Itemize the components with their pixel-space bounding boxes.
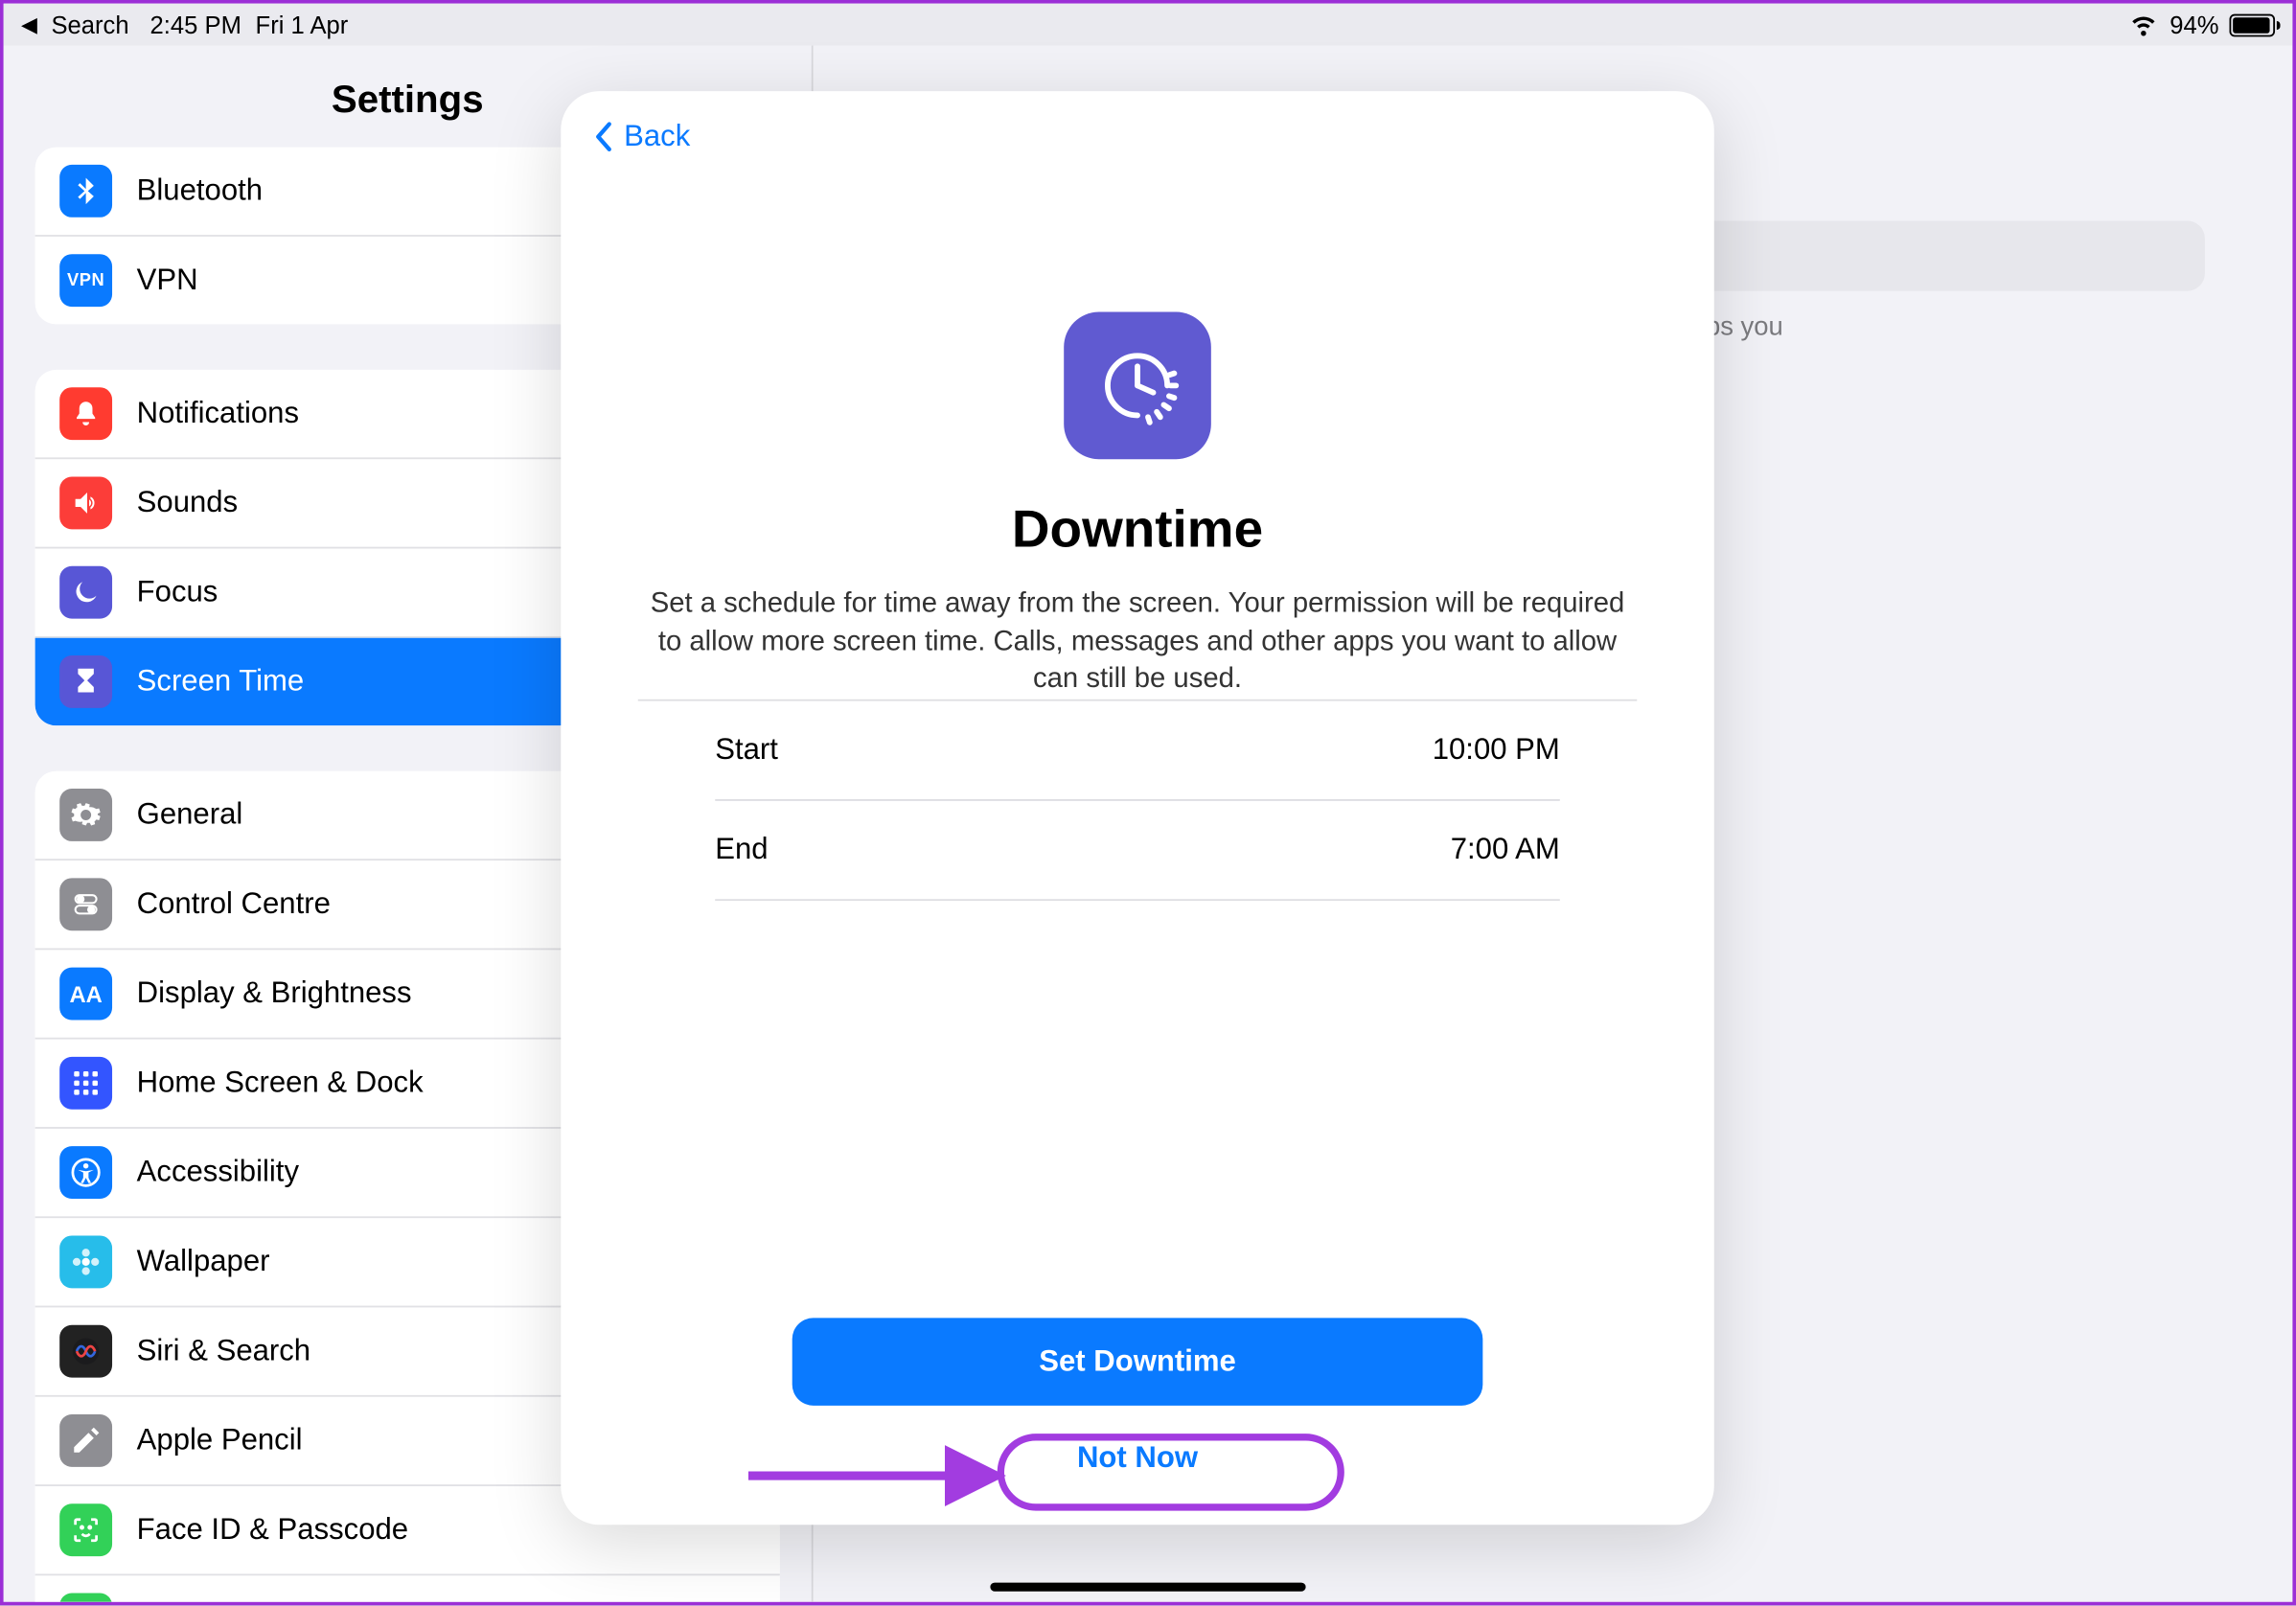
speaker-icon bbox=[59, 476, 112, 529]
schedule-start-row[interactable]: Start 10:00 PM bbox=[715, 700, 1560, 800]
gear-icon bbox=[59, 789, 112, 841]
faceid-icon bbox=[59, 1503, 112, 1556]
sidebar-item-label: Bluetooth bbox=[137, 173, 263, 209]
modal-back-label: Back bbox=[624, 119, 690, 154]
downtime-hero-icon bbox=[1064, 312, 1211, 460]
back-caret-icon[interactable]: ◀ bbox=[21, 12, 37, 37]
sidebar-item-label: Face ID & Passcode bbox=[137, 1512, 408, 1548]
sidebar-item-label: Notifications bbox=[137, 396, 299, 431]
wifi-icon bbox=[2127, 6, 2159, 42]
sidebar-item-label: Focus bbox=[137, 575, 218, 610]
modal-description: Set a schedule for time away from the sc… bbox=[638, 585, 1638, 699]
flower-icon bbox=[59, 1235, 112, 1288]
switches-icon bbox=[59, 878, 112, 930]
status-bar: ◀ Search 2:45 PM Fri 1 Apr 94% bbox=[4, 4, 2293, 46]
status-date: Fri 1 Apr bbox=[256, 11, 349, 38]
not-now-button[interactable]: Not Now bbox=[1028, 1427, 1248, 1490]
aA-icon: AA bbox=[59, 968, 112, 1021]
sidebar-item-label: Screen Time bbox=[137, 664, 305, 700]
downtime-modal: Back Downtime Set a schedule for time aw… bbox=[561, 91, 1713, 1525]
sidebar-item-label: Apple Pencil bbox=[137, 1423, 303, 1458]
sidebar-item-label: Home Screen & Dock bbox=[137, 1066, 424, 1101]
battery-percent: 94% bbox=[2170, 11, 2218, 38]
sidebar-item-label: VPN bbox=[137, 263, 198, 298]
sidebar-item-label: Sounds bbox=[137, 486, 238, 521]
battery-icon bbox=[2229, 13, 2275, 36]
vpn-text-icon: VPN bbox=[59, 254, 112, 307]
grid-icon bbox=[59, 1057, 112, 1110]
schedule-end-label: End bbox=[715, 832, 768, 867]
status-time: 2:45 PM bbox=[150, 11, 241, 38]
sidebar-item-label: General bbox=[137, 797, 243, 833]
not-now-label: Not Now bbox=[1077, 1440, 1198, 1474]
modal-back-button[interactable]: Back bbox=[561, 91, 1713, 165]
set-downtime-button[interactable]: Set Downtime bbox=[792, 1318, 1483, 1405]
sidebar-item-label: Wallpaper bbox=[137, 1245, 270, 1280]
pencil-icon bbox=[59, 1414, 112, 1467]
home-indicator[interactable] bbox=[990, 1583, 1305, 1592]
modal-title: Downtime bbox=[1012, 501, 1263, 561]
schedule-end-value: 7:00 AM bbox=[1451, 832, 1560, 867]
back-app-label[interactable]: Search bbox=[51, 11, 128, 38]
hourglass-icon bbox=[59, 655, 112, 708]
siri-icon bbox=[59, 1325, 112, 1378]
set-downtime-label: Set Downtime bbox=[1039, 1344, 1236, 1380]
bluetooth-icon bbox=[59, 165, 112, 218]
moon-icon bbox=[59, 566, 112, 619]
schedule-start-value: 10:00 PM bbox=[1433, 732, 1560, 768]
sidebar-item-label: Display & Brightness bbox=[137, 976, 412, 1012]
sidebar-item-label: Accessibility bbox=[137, 1155, 299, 1190]
sidebar-item-label: Siri & Search bbox=[137, 1334, 310, 1369]
schedule-end-row[interactable]: End 7:00 AM bbox=[715, 800, 1560, 900]
bell-icon bbox=[59, 387, 112, 440]
sidebar-item-battery[interactable]: Battery bbox=[35, 1575, 780, 1601]
battery-icon bbox=[59, 1594, 112, 1602]
sidebar-item-label: Control Centre bbox=[137, 886, 331, 922]
schedule-start-label: Start bbox=[715, 732, 778, 768]
accessibility-icon bbox=[59, 1146, 112, 1199]
